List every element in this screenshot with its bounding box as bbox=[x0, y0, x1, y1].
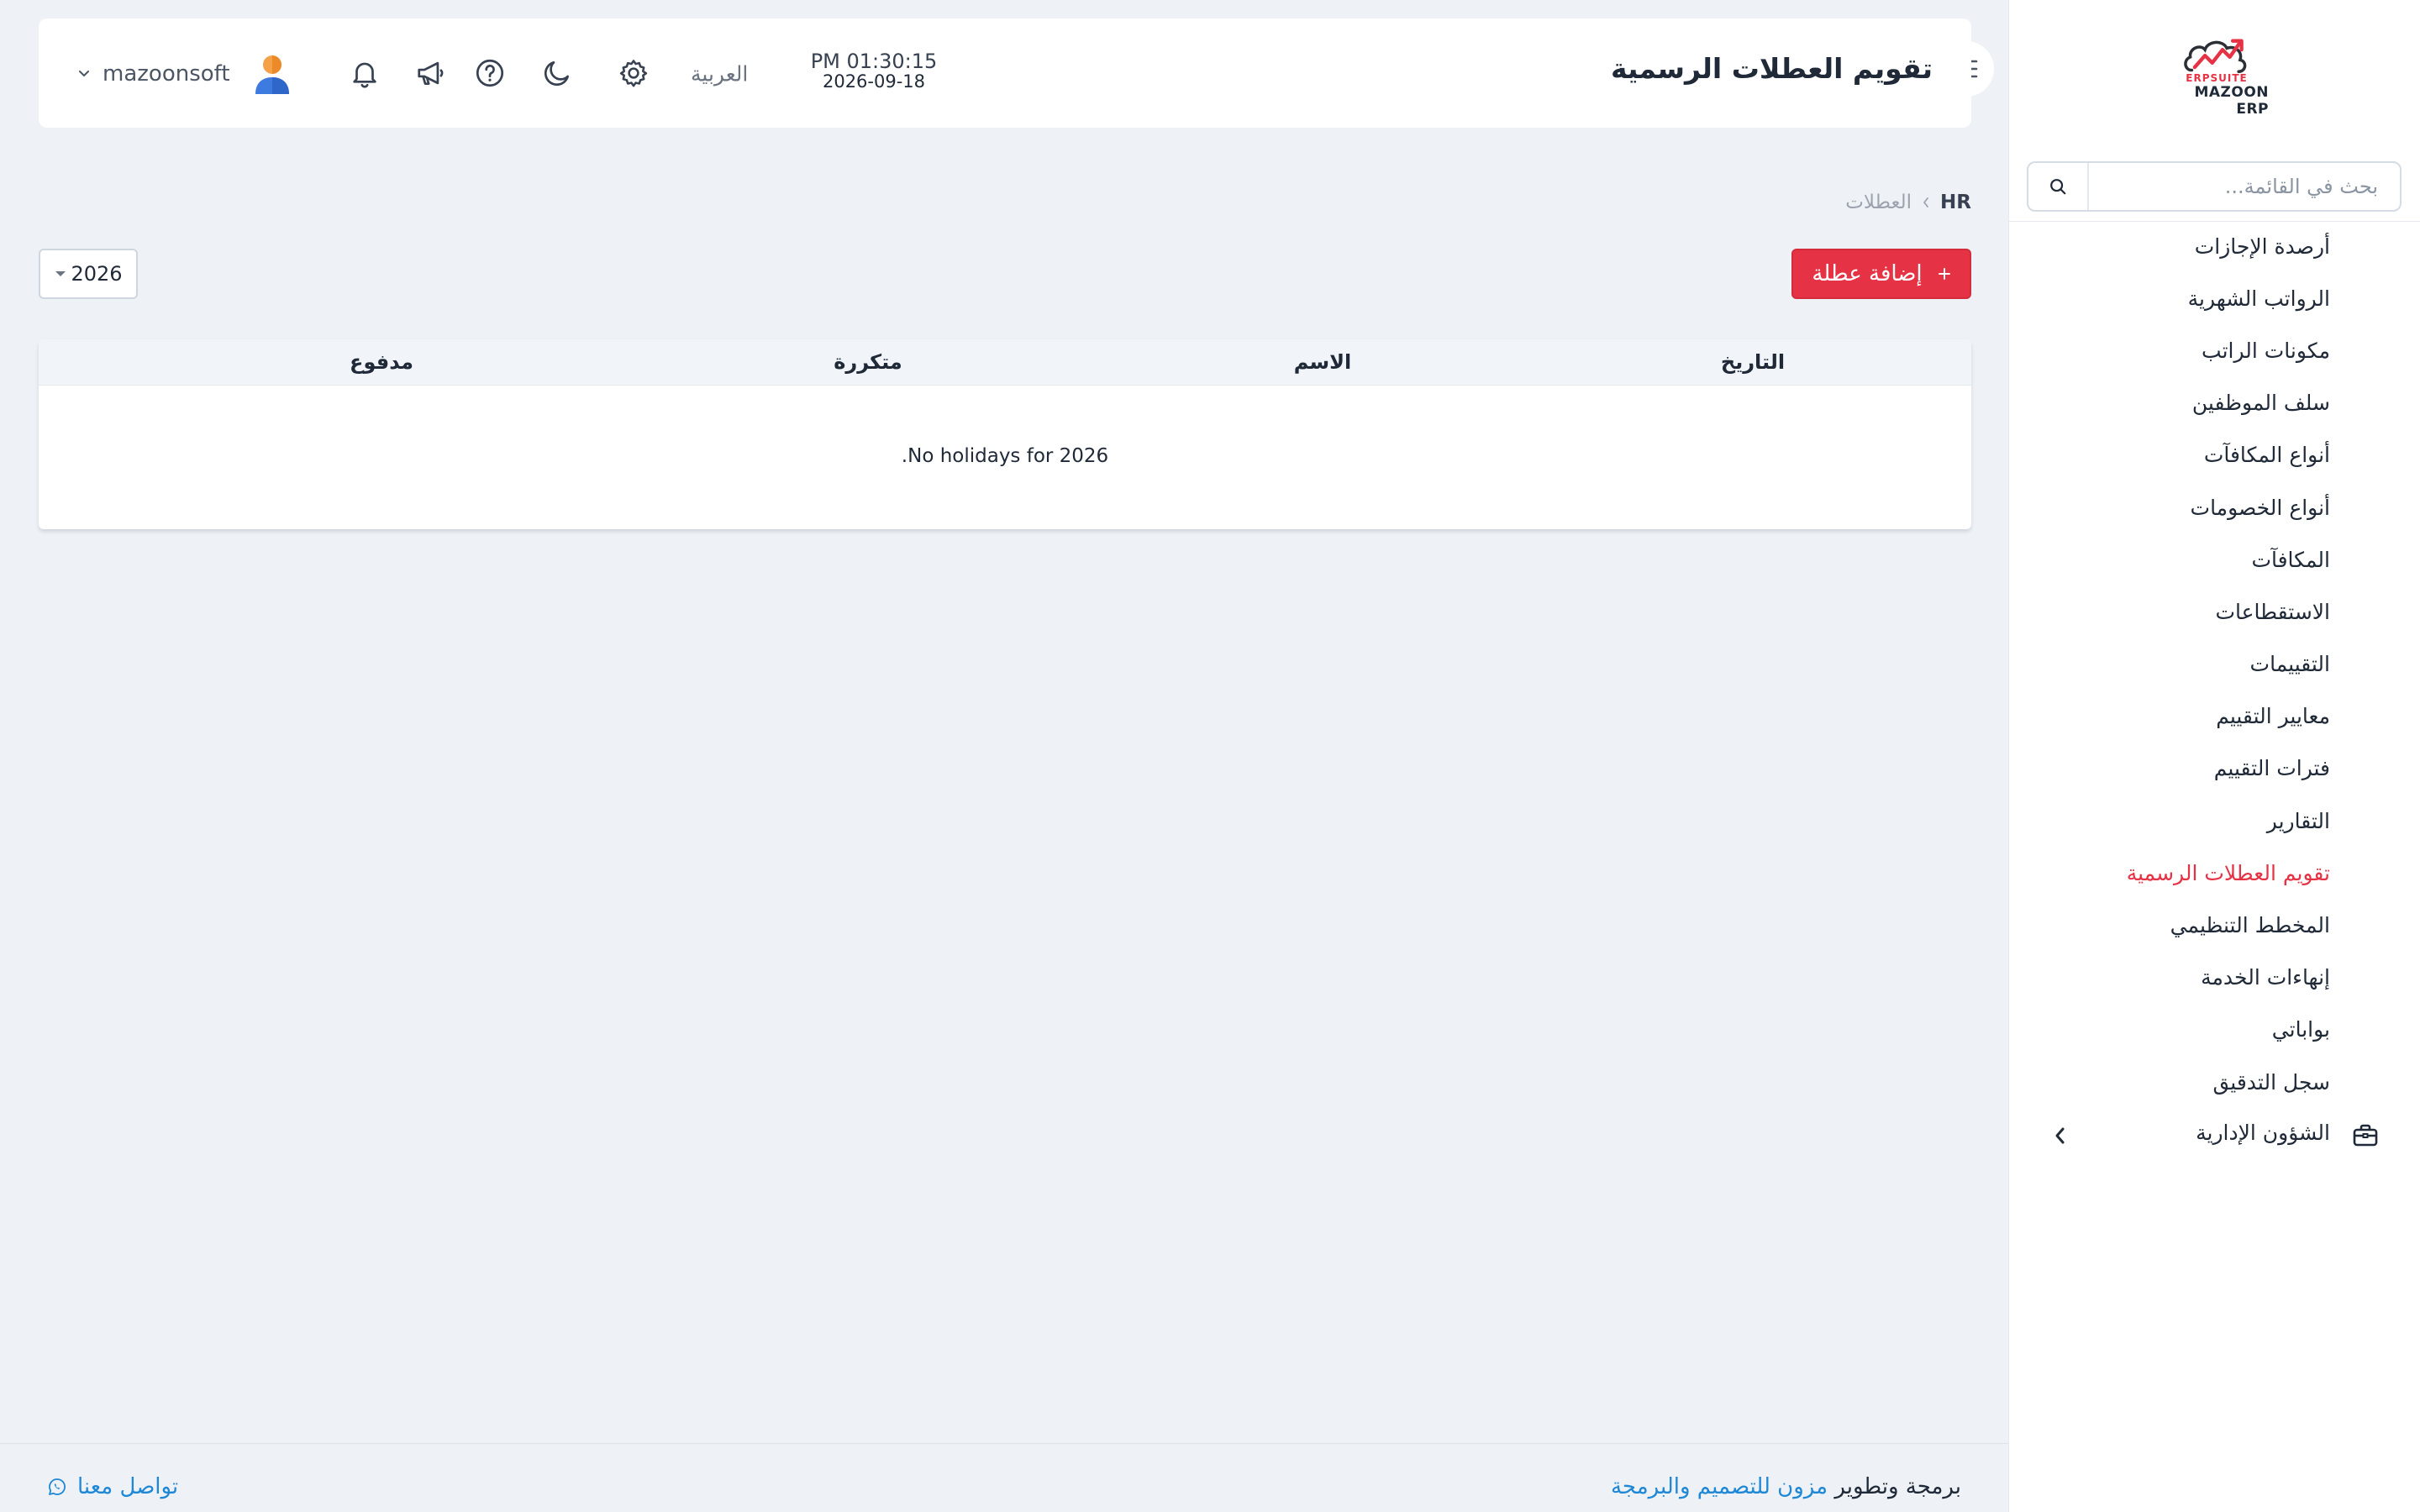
clock: PM 01:30:15 2026-09-18 bbox=[798, 50, 950, 92]
moon-icon bbox=[544, 60, 570, 87]
sidebar-item-label: سجل التدقيق bbox=[2212, 1069, 2330, 1095]
avatar bbox=[255, 55, 289, 94]
sidebar-item-reports[interactable]: التقارير bbox=[2008, 795, 2420, 847]
sidebar-item-label: أرصدة الإجازات bbox=[2194, 234, 2330, 259]
breadcrumb-current: العطلات bbox=[1845, 192, 1912, 213]
brand-name: MAZOON ERP bbox=[2194, 84, 2269, 118]
whatsapp-icon bbox=[49, 1478, 66, 1495]
footer-credit-prefix: برمجة وتطوير bbox=[1834, 1474, 1961, 1499]
language-switcher[interactable]: العربية bbox=[691, 62, 748, 87]
help-button[interactable] bbox=[472, 55, 508, 91]
sidebar-item-label: سلف الموظفين bbox=[2191, 391, 2330, 416]
sidebar-item-salary-components[interactable]: مكونات الراتب bbox=[2008, 324, 2420, 376]
breadcrumb: HR العطلات bbox=[1845, 192, 1971, 213]
sidebar-menu: أرصدة الإجازات الرواتب الشهرية مكونات ال… bbox=[2008, 220, 2420, 1108]
sidebar-item-label: المكافآت bbox=[2251, 547, 2330, 572]
megaphone-icon bbox=[418, 61, 444, 86]
announcements-button[interactable] bbox=[413, 55, 449, 91]
dark-mode-toggle[interactable] bbox=[539, 55, 575, 91]
sidebar-item-deduction-types[interactable]: أنواع الخصومات bbox=[2008, 481, 2420, 533]
top-header: تقويم العطلات الرسمية PM 01:30:15 2026-0… bbox=[39, 18, 1971, 128]
username: mazoonsoft bbox=[103, 61, 230, 87]
sidebar-item-terminations[interactable]: إنهاءات الخدمة bbox=[2008, 952, 2420, 1004]
chevron-left-icon bbox=[1923, 197, 1928, 207]
year-select[interactable]: 2026 bbox=[39, 249, 138, 299]
notifications-button[interactable] bbox=[347, 55, 382, 91]
sidebar-item-employee-advances[interactable]: سلف الموظفين bbox=[2008, 377, 2420, 429]
sidebar-item-my-portals[interactable]: بواباتي bbox=[2008, 1004, 2420, 1056]
gear-icon bbox=[619, 60, 648, 87]
sidebar-item-label: أنواع المكافآت bbox=[2203, 443, 2330, 468]
sidebar-item-deductions[interactable]: الاستقطاعات bbox=[2008, 585, 2420, 638]
sidebar-item-monthly-salaries[interactable]: الرواتب الشهرية bbox=[2008, 272, 2420, 324]
sidebar-item-label: الاستقطاعات bbox=[2215, 599, 2330, 624]
empty-state-message: No holidays for 2026. bbox=[901, 445, 1109, 467]
sidebar-item-label: فترات التقييم bbox=[2213, 756, 2330, 781]
sidebar-item-bonuses[interactable]: المكافآت bbox=[2008, 533, 2420, 585]
briefcase-icon bbox=[2353, 1124, 2378, 1147]
column-header-recurring[interactable]: متكررة bbox=[834, 339, 902, 386]
breadcrumb-root[interactable]: HR bbox=[1940, 192, 1971, 213]
sidebar-item-label: بواباتي bbox=[2271, 1017, 2330, 1042]
year-select-value: 2026 bbox=[71, 262, 123, 286]
sidebar-item-label: معايير التقييم bbox=[2216, 704, 2330, 729]
bell-icon bbox=[353, 62, 376, 88]
search-icon bbox=[2050, 179, 2066, 195]
add-holiday-button[interactable]: إضافة عطلة bbox=[1791, 249, 1971, 299]
sidebar-item-evaluation-periods[interactable]: فترات التقييم bbox=[2008, 743, 2420, 795]
sidebar-item-label: تقويم العطلات الرسمية bbox=[2126, 860, 2330, 885]
column-header-date[interactable]: التاريخ bbox=[1721, 339, 1785, 386]
sidebar-item-evaluation-criteria[interactable]: معايير التقييم bbox=[2008, 690, 2420, 743]
contact-us-label: تواصل معنا bbox=[77, 1474, 179, 1499]
settings-button[interactable] bbox=[616, 55, 651, 91]
user-menu[interactable]: mazoonsoft bbox=[77, 50, 292, 97]
chevron-down-icon bbox=[79, 71, 89, 76]
sidebar-group-admin-affairs[interactable]: الشؤون الإدارية bbox=[2008, 1110, 2420, 1161]
menu-search-input[interactable] bbox=[2089, 163, 2400, 210]
sidebar-item-label: التقييمات bbox=[2249, 652, 2330, 677]
column-header-name[interactable]: الاسم bbox=[1294, 339, 1352, 386]
sidebar-item-label: التقارير bbox=[2266, 808, 2330, 833]
sidebar-item-label: إنهاءات الخدمة bbox=[2201, 965, 2330, 990]
footer: برمجة وتطوير مزون للتصميم والبرمجة تواصل… bbox=[0, 1443, 2008, 1512]
sidebar-item-holiday-calendar[interactable]: تقويم العطلات الرسمية bbox=[2008, 847, 2420, 899]
holidays-table: التاريخ الاسم متكررة مدفوع No holidays f… bbox=[39, 339, 1971, 529]
sidebar-item-label: الرواتب الشهرية bbox=[2187, 286, 2330, 311]
help-icon bbox=[476, 59, 504, 87]
add-holiday-label: إضافة عطلة bbox=[1812, 261, 1923, 286]
clock-date: 2026-09-18 bbox=[822, 71, 926, 92]
column-header-paid[interactable]: مدفوع bbox=[350, 339, 413, 386]
plus-icon bbox=[1938, 267, 1951, 281]
clock-time: PM 01:30:15 bbox=[810, 50, 938, 73]
page-title: تقويم العطلات الرسمية bbox=[1610, 52, 1933, 85]
menu-search bbox=[2027, 161, 2402, 212]
sidebar-item-bonus-types[interactable]: أنواع المكافآت bbox=[2008, 429, 2420, 481]
sidebar-group-label: الشؤون الإدارية bbox=[2196, 1121, 2330, 1145]
sidebar: ERPSUITE MAZOON ERP أرصدة الإجازات الروا… bbox=[2008, 0, 2420, 1512]
brand-subtitle: ERPSUITE bbox=[2186, 72, 2248, 84]
table-header-row: التاريخ الاسم متكررة مدفوع bbox=[39, 339, 1971, 386]
brand-logo[interactable]: ERPSUITE MAZOON ERP bbox=[2165, 34, 2269, 118]
chevron-left-icon bbox=[2054, 1126, 2067, 1146]
caret-down-icon bbox=[55, 271, 66, 276]
sidebar-item-label: المخطط التنظيمي bbox=[2170, 913, 2330, 938]
sidebar-item-evaluations[interactable]: التقييمات bbox=[2008, 638, 2420, 690]
sidebar-item-label: مكونات الراتب bbox=[2202, 338, 2330, 363]
search-button[interactable] bbox=[2028, 163, 2089, 210]
footer-company-link[interactable]: مزون للتصميم والبرمجة bbox=[1611, 1474, 1828, 1499]
footer-credit: برمجة وتطوير مزون للتصميم والبرمجة bbox=[1611, 1474, 1961, 1499]
sidebar-item-org-chart[interactable]: المخطط التنظيمي bbox=[2008, 899, 2420, 951]
sidebar-item-audit-log[interactable]: سجل التدقيق bbox=[2008, 1056, 2420, 1108]
sidebar-item-label: أنواع الخصومات bbox=[2190, 495, 2330, 520]
sidebar-item-leave-balances[interactable]: أرصدة الإجازات bbox=[2008, 220, 2420, 272]
contact-us-link[interactable]: تواصل معنا bbox=[47, 1474, 178, 1499]
